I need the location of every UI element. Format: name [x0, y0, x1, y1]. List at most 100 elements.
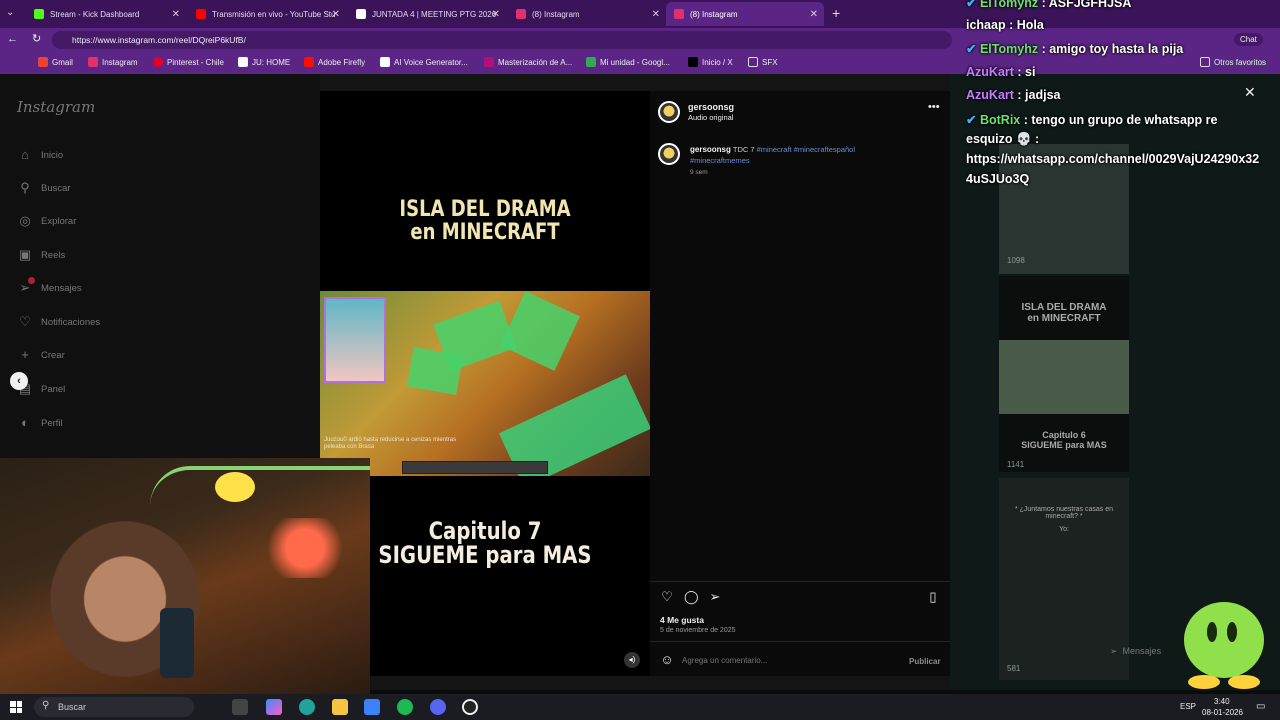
- chat-message-link: https://whatsapp.com/channel/0029VajU242…: [966, 152, 1260, 166]
- nav-explorar[interactable]: ◎ Explorar: [18, 214, 76, 228]
- reload-icon[interactable]: ↻: [32, 32, 41, 45]
- caption-username[interactable]: gersoonsg: [690, 145, 731, 154]
- copilot-icon[interactable]: [266, 699, 282, 715]
- drive-icon: [586, 57, 596, 67]
- volume-icon[interactable]: ◂): [624, 652, 640, 668]
- close-icon[interactable]: ✕: [652, 9, 660, 20]
- chat-text: : amigo toy hasta la pija: [1041, 42, 1184, 56]
- edge-icon[interactable]: [299, 699, 315, 715]
- share-icon[interactable]: ➢: [708, 590, 722, 604]
- reel-subtitle-line2: SIGUEME para MAS: [378, 541, 592, 569]
- kirby-sticker: [1184, 602, 1264, 689]
- notification-icon[interactable]: ▭: [1256, 701, 1265, 712]
- windows-taskbar: Buscar ⚲ ESP 3:40 08-01-2026 ▭: [0, 694, 1280, 720]
- close-icon[interactable]: ✕: [492, 9, 500, 20]
- reel-subtitle-line1: Capitulo 7: [428, 517, 542, 545]
- file-explorer-icon[interactable]: [332, 699, 348, 715]
- caption-hashtags[interactable]: #minecraft #minecraftespañol: [757, 145, 855, 154]
- pinterest-icon: [153, 57, 163, 67]
- youtube-icon: [196, 9, 206, 19]
- previous-reel-button[interactable]: ‹: [10, 372, 28, 390]
- tab-notion[interactable]: JUNTADA 4 | MEETING PTG 2026 ✕: [348, 4, 506, 24]
- url-field[interactable]: https://www.instagram.com/reel/DQreiP6kU…: [52, 31, 952, 49]
- bookmark-firefly[interactable]: Adobe Firefly: [304, 57, 365, 67]
- chat-message: ✔ ElTomyhz : amigo toy hasta la pija: [966, 41, 1183, 56]
- nav-label: Explorar: [41, 215, 77, 227]
- emoji-icon[interactable]: ☺: [660, 653, 674, 667]
- caption-avatar[interactable]: [658, 143, 680, 165]
- bookmark-sfx[interactable]: SFX: [748, 57, 778, 67]
- publish-button[interactable]: Publicar: [909, 657, 941, 666]
- close-icon[interactable]: ✕: [172, 9, 180, 20]
- discord-icon[interactable]: [430, 699, 446, 715]
- back-icon[interactable]: ←: [7, 33, 18, 45]
- audio-label[interactable]: Audio original: [688, 113, 733, 122]
- reel-title-line2: en MINECRAFT: [410, 220, 560, 245]
- bookmark-voice[interactable]: AI Voice Generator...: [380, 57, 468, 67]
- tab-instagram-1[interactable]: (8) Instagram ✕: [508, 4, 666, 24]
- nav-label: Perfil: [41, 417, 63, 429]
- likes-count[interactable]: 4 Me gusta: [660, 615, 704, 625]
- post-detail-panel: gersoonsg Audio original ••• gersoonsg T…: [650, 91, 950, 676]
- tab-instagram-active[interactable]: (8) Instagram ✕: [666, 2, 824, 26]
- folder-icon: [748, 57, 758, 67]
- search-icon: ⚲: [20, 180, 30, 195]
- chat-username: ElTomyhz: [979, 0, 1039, 10]
- author-avatar[interactable]: [658, 101, 680, 123]
- nav-inicio[interactable]: ⌂ Inicio: [18, 148, 63, 162]
- tab-kick[interactable]: Stream - Kick Dashboard ✕: [26, 4, 186, 24]
- close-icon[interactable]: ✕: [810, 9, 818, 20]
- tile-caption: Capitulo 6: [1042, 430, 1086, 440]
- clock-time[interactable]: 3:40: [1214, 697, 1230, 706]
- minecraft-gameplay: Juuzou0 ardió hasta reducirse a cenizas …: [320, 291, 650, 476]
- like-heart-icon[interactable]: ♡: [660, 590, 674, 604]
- nav-crear[interactable]: + Crear: [18, 348, 65, 362]
- nav-mensajes[interactable]: ➢ Mensajes: [18, 277, 82, 295]
- nav-reels[interactable]: ▣ Reels: [18, 248, 65, 262]
- store-icon[interactable]: [364, 699, 380, 715]
- messages-button[interactable]: ➢ Mensajes: [1110, 646, 1161, 657]
- tab-youtube[interactable]: Transmisión en vivo - YouTube Stu ✕: [188, 4, 346, 24]
- more-options-icon[interactable]: •••: [928, 101, 940, 113]
- nav-perfil[interactable]: ◐ Perfil: [18, 416, 63, 430]
- bookmark-gmail[interactable]: Gmail: [38, 57, 73, 67]
- bookmark-drive[interactable]: Mi unidad - Googl...: [586, 57, 670, 67]
- author-username[interactable]: gersoonsg: [688, 102, 734, 112]
- bookmark-x[interactable]: Inicio / X: [688, 57, 733, 67]
- close-icon[interactable]: ✕: [332, 9, 340, 20]
- spotify-icon[interactable]: [397, 699, 413, 715]
- nav-label: Crear: [41, 349, 65, 361]
- chat-text: : ASFJGFHJSA: [1041, 0, 1132, 10]
- search-icon: ⚲: [42, 700, 50, 711]
- new-tab-button[interactable]: +: [832, 5, 840, 21]
- comment-input[interactable]: [682, 651, 892, 669]
- gmail-icon: [38, 57, 48, 67]
- comment-icon[interactable]: ◯: [684, 590, 699, 604]
- tile-title: ISLA DEL DRAMA: [1021, 302, 1107, 313]
- reel-title-line1: ISLA DEL DRAMA: [399, 197, 571, 222]
- bookmark-ju-home[interactable]: JU: HOME: [238, 57, 290, 67]
- nav-buscar[interactable]: ⚲ Buscar: [18, 180, 70, 195]
- game-chat-message: Juuzou0 ardió hasta reducirse a cenizas …: [324, 437, 457, 450]
- tab-list-icon[interactable]: ⌄: [6, 7, 14, 18]
- caption-hashtags-2[interactable]: #minecraftmemes: [690, 156, 750, 165]
- bookmark-master[interactable]: Masterización de A...: [484, 57, 572, 67]
- bookmark-pinterest[interactable]: Pinterest - Chile: [153, 57, 224, 67]
- bookmark-label: Inicio / X: [702, 57, 733, 67]
- reel-tile[interactable]: ISLA DEL DRAMA en MINECRAFT Capitulo 6 S…: [999, 276, 1129, 472]
- kick-icon: [34, 9, 44, 19]
- nav-notificaciones[interactable]: ♡ Notificaciones: [18, 315, 100, 329]
- bookmark-instagram[interactable]: Instagram: [88, 57, 138, 67]
- chat-message: ✔ ElTomyhz : ASFJGFHJSA: [966, 0, 1131, 10]
- windows-start-icon[interactable]: [10, 701, 22, 713]
- language-indicator[interactable]: ESP: [1180, 702, 1196, 711]
- chat-username: ElTomyhz: [979, 42, 1039, 56]
- clock-date[interactable]: 08-01-2026: [1202, 708, 1243, 717]
- bookmark-icon[interactable]: ▯: [926, 590, 940, 604]
- task-view-icon[interactable]: [232, 699, 248, 715]
- taskbar-search[interactable]: Buscar: [34, 697, 194, 717]
- instagram-icon: [516, 9, 526, 19]
- instagram-logo[interactable]: Instagram: [17, 98, 95, 116]
- obs-icon[interactable]: [462, 699, 478, 715]
- chat-message-cont: esquizo 💀 :: [966, 132, 1040, 146]
